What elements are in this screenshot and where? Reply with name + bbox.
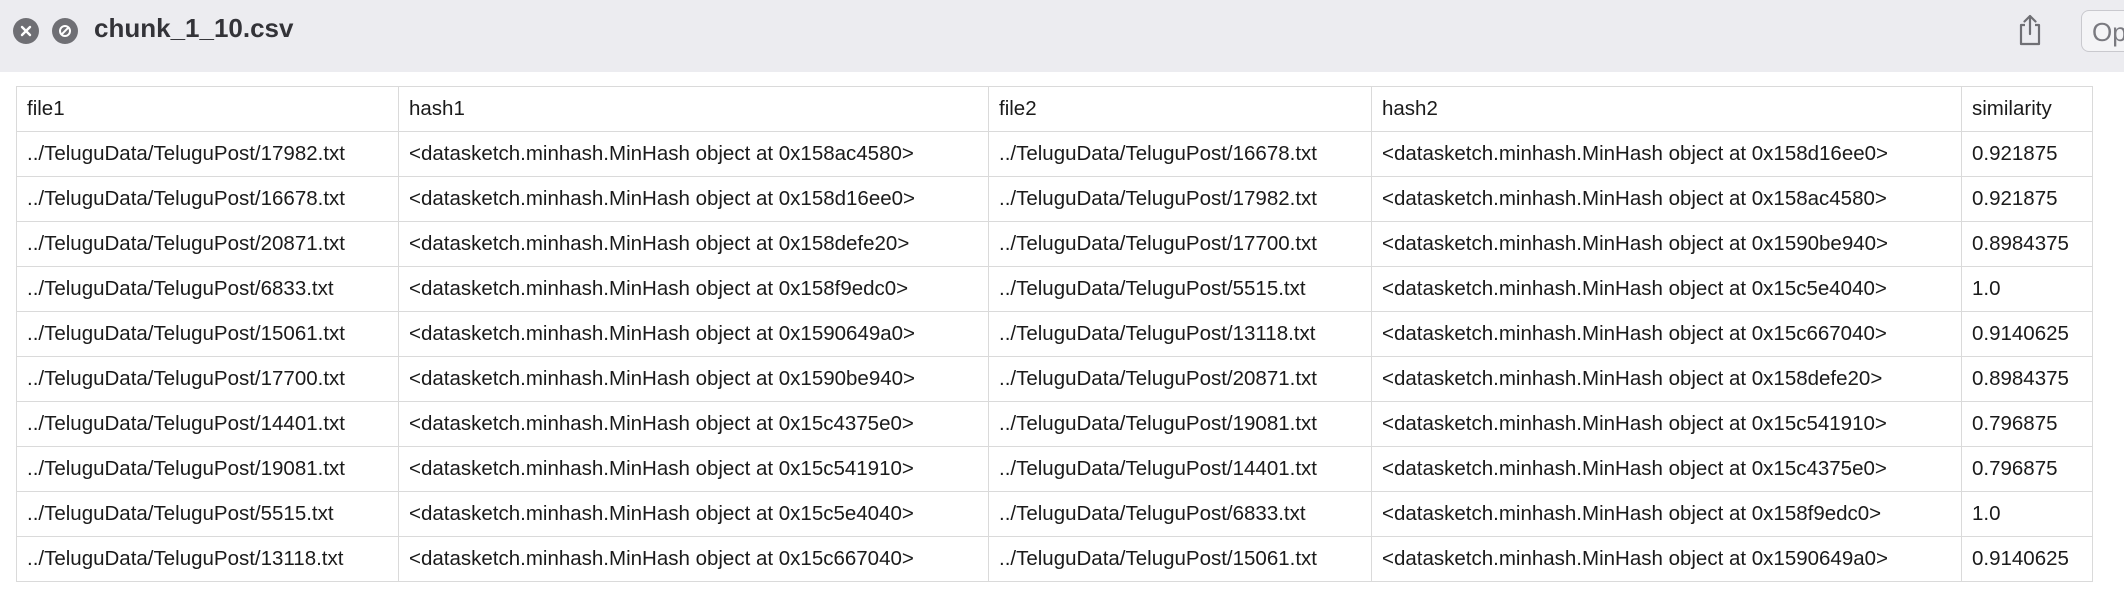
table-row: ../TeluguData/TeluguPost/16678.txt <data…: [16, 176, 2093, 222]
cell-hash2: <datasketch.minhash.MinHash object at 0x…: [1371, 131, 1962, 177]
cell-hash2: <datasketch.minhash.MinHash object at 0x…: [1371, 356, 1962, 402]
cell-hash1: <datasketch.minhash.MinHash object at 0x…: [398, 221, 989, 267]
cell-similarity: 0.9140625: [1961, 536, 2093, 582]
window-title: chunk_1_10.csv: [94, 13, 294, 43]
cell-similarity: 0.921875: [1961, 131, 2093, 177]
cell-hash1: <datasketch.minhash.MinHash object at 0x…: [398, 356, 989, 402]
cell-file1: ../TeluguData/TeluguPost/5515.txt: [16, 491, 399, 537]
cell-file1: ../TeluguData/TeluguPost/19081.txt: [16, 446, 399, 492]
cell-file1: ../TeluguData/TeluguPost/13118.txt: [16, 536, 399, 582]
column-header-file2: file2: [988, 86, 1372, 132]
cell-file2: ../TeluguData/TeluguPost/17700.txt: [988, 221, 1372, 267]
cell-hash2: <datasketch.minhash.MinHash object at 0x…: [1371, 446, 1962, 492]
cell-file2: ../TeluguData/TeluguPost/14401.txt: [988, 446, 1372, 492]
cell-file2: ../TeluguData/TeluguPost/15061.txt: [988, 536, 1372, 582]
cell-file1: ../TeluguData/TeluguPost/15061.txt: [16, 311, 399, 357]
cell-hash1: <datasketch.minhash.MinHash object at 0x…: [398, 536, 989, 582]
open-with-button[interactable]: Op: [2081, 10, 2124, 52]
cell-hash2: <datasketch.minhash.MinHash object at 0x…: [1371, 176, 1962, 222]
column-header-hash1: hash1: [398, 86, 989, 132]
column-header-file1: file1: [16, 86, 399, 132]
table-row: ../TeluguData/TeluguPost/17982.txt <data…: [16, 131, 2093, 177]
table-row: ../TeluguData/TeluguPost/14401.txt <data…: [16, 401, 2093, 447]
cell-similarity: 1.0: [1961, 491, 2093, 537]
cell-hash1: <datasketch.minhash.MinHash object at 0x…: [398, 491, 989, 537]
cell-file2: ../TeluguData/TeluguPost/19081.txt: [988, 401, 1372, 447]
cell-similarity: 0.9140625: [1961, 311, 2093, 357]
table-row: ../TeluguData/TeluguPost/6833.txt <datas…: [16, 266, 2093, 312]
cell-similarity: 0.921875: [1961, 176, 2093, 222]
cell-hash2: <datasketch.minhash.MinHash object at 0x…: [1371, 221, 1962, 267]
cell-file2: ../TeluguData/TeluguPost/5515.txt: [988, 266, 1372, 312]
cell-similarity: 0.796875: [1961, 446, 2093, 492]
cell-file1: ../TeluguData/TeluguPost/6833.txt: [16, 266, 399, 312]
cell-hash2: <datasketch.minhash.MinHash object at 0x…: [1371, 266, 1962, 312]
cell-file1: ../TeluguData/TeluguPost/16678.txt: [16, 176, 399, 222]
cell-similarity: 1.0: [1961, 266, 2093, 312]
cell-file2: ../TeluguData/TeluguPost/6833.txt: [988, 491, 1372, 537]
cell-hash2: <datasketch.minhash.MinHash object at 0x…: [1371, 536, 1962, 582]
cell-hash1: <datasketch.minhash.MinHash object at 0x…: [398, 401, 989, 447]
cell-hash1: <datasketch.minhash.MinHash object at 0x…: [398, 131, 989, 177]
table-row: ../TeluguData/TeluguPost/13118.txt <data…: [16, 536, 2093, 582]
cell-file1: ../TeluguData/TeluguPost/20871.txt: [16, 221, 399, 267]
header-row: file1 hash1 file2 hash2 similarity: [16, 86, 2093, 132]
cell-similarity: 0.796875: [1961, 401, 2093, 447]
cell-hash1: <datasketch.minhash.MinHash object at 0x…: [398, 446, 989, 492]
cell-file2: ../TeluguData/TeluguPost/17982.txt: [988, 176, 1372, 222]
share-icon[interactable]: [2016, 12, 2044, 48]
block-circle-icon[interactable]: [52, 18, 78, 44]
cell-file1: ../TeluguData/TeluguPost/14401.txt: [16, 401, 399, 447]
csv-table: file1 hash1 file2 hash2 similarity ../Te…: [16, 86, 2093, 582]
cell-similarity: 0.8984375: [1961, 356, 2093, 402]
table-row: ../TeluguData/TeluguPost/5515.txt <datas…: [16, 491, 2093, 537]
cell-hash1: <datasketch.minhash.MinHash object at 0x…: [398, 311, 989, 357]
cell-file2: ../TeluguData/TeluguPost/16678.txt: [988, 131, 1372, 177]
cell-file2: ../TeluguData/TeluguPost/20871.txt: [988, 356, 1372, 402]
cell-hash2: <datasketch.minhash.MinHash object at 0x…: [1371, 491, 1962, 537]
column-header-hash2: hash2: [1371, 86, 1962, 132]
cell-hash1: <datasketch.minhash.MinHash object at 0x…: [398, 176, 989, 222]
table-row: ../TeluguData/TeluguPost/17700.txt <data…: [16, 356, 2093, 402]
table-row: ../TeluguData/TeluguPost/20871.txt <data…: [16, 221, 2093, 267]
table-row: ../TeluguData/TeluguPost/19081.txt <data…: [16, 446, 2093, 492]
close-circle-icon[interactable]: [13, 18, 39, 44]
cell-hash2: <datasketch.minhash.MinHash object at 0x…: [1371, 401, 1962, 447]
title-bar: chunk_1_10.csv Op: [0, 0, 2124, 72]
cell-hash1: <datasketch.minhash.MinHash object at 0x…: [398, 266, 989, 312]
table-row: ../TeluguData/TeluguPost/15061.txt <data…: [16, 311, 2093, 357]
cell-hash2: <datasketch.minhash.MinHash object at 0x…: [1371, 311, 1962, 357]
cell-file1: ../TeluguData/TeluguPost/17700.txt: [16, 356, 399, 402]
cell-similarity: 0.8984375: [1961, 221, 2093, 267]
cell-file2: ../TeluguData/TeluguPost/13118.txt: [988, 311, 1372, 357]
csv-preview: file1 hash1 file2 hash2 similarity ../Te…: [0, 72, 2124, 614]
cell-file1: ../TeluguData/TeluguPost/17982.txt: [16, 131, 399, 177]
column-header-similarity: similarity: [1961, 86, 2093, 132]
